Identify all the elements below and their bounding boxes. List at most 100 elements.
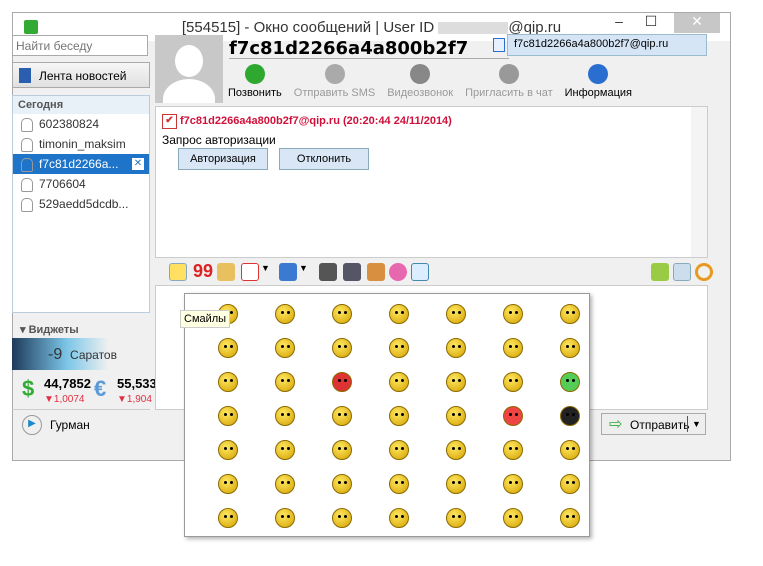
smiley-icon — [274, 304, 295, 324]
smiley-cell[interactable] — [199, 438, 256, 472]
smiley-cell[interactable] — [370, 472, 427, 506]
smiley-cell[interactable] — [256, 336, 313, 370]
smiley-cell[interactable] — [541, 302, 598, 336]
smiley-icon — [331, 372, 352, 392]
smiley-cell[interactable] — [313, 302, 370, 336]
contact-id-field[interactable]: f7c81d2266a4a800b2f7@qip.ru — [507, 34, 707, 56]
smiley-cell[interactable] — [199, 506, 256, 540]
minimize-button[interactable]: ‒ — [604, 13, 634, 33]
calendar-icon[interactable] — [241, 263, 259, 281]
smiley-cell[interactable] — [370, 370, 427, 404]
smiley-cell[interactable] — [313, 438, 370, 472]
scrollbar[interactable] — [691, 107, 707, 257]
smiley-icon — [217, 508, 238, 528]
player-widget[interactable]: Гурман — [12, 410, 150, 440]
star-icon[interactable] — [389, 263, 407, 281]
smiley-cell[interactable] — [370, 438, 427, 472]
contact-details-icon[interactable] — [493, 38, 505, 52]
contact-item[interactable]: 7706604 — [13, 174, 149, 194]
tv-icon[interactable] — [343, 263, 361, 281]
smiley-icon — [274, 508, 295, 528]
action-3[interactable]: Пригласить в чат — [465, 64, 553, 99]
smiley-cell[interactable] — [484, 302, 541, 336]
smiley-cell[interactable] — [427, 404, 484, 438]
smiley-cell[interactable] — [427, 506, 484, 540]
smiley-cell[interactable] — [256, 404, 313, 438]
smiley-cell[interactable] — [541, 404, 598, 438]
news-feed-button[interactable]: Лента новостей — [12, 62, 150, 88]
action-0[interactable]: Позвонить — [228, 64, 282, 99]
maximize-button[interactable]: ☐ — [636, 13, 666, 33]
smiley-cell[interactable] — [427, 336, 484, 370]
widgets-header[interactable]: ▾ Виджеты — [12, 320, 150, 338]
smiley-cell[interactable] — [199, 404, 256, 438]
message-text: Запрос авторизации — [162, 133, 276, 147]
smiley-cell[interactable] — [370, 336, 427, 370]
contact-item[interactable]: timonin_maksim — [13, 134, 149, 154]
smiley-cell[interactable] — [427, 302, 484, 336]
action-label: Отправить SMS — [293, 87, 376, 99]
smiley-cell[interactable] — [313, 370, 370, 404]
today-list: Сегодня 602380824 timonin_maksim f7c81d2… — [12, 95, 150, 313]
smiley-cell[interactable] — [370, 404, 427, 438]
phone-icon[interactable] — [673, 263, 691, 281]
smiley-cell[interactable] — [256, 472, 313, 506]
smiley-cell[interactable] — [484, 506, 541, 540]
settings-icon[interactable] — [695, 263, 713, 281]
smiley-cell[interactable] — [370, 506, 427, 540]
send-options-dropdown[interactable]: ▼ — [687, 416, 705, 432]
send-button[interactable]: Отправить▼ — [601, 413, 706, 435]
smiley-cell[interactable] — [484, 404, 541, 438]
smiley-cell[interactable] — [541, 506, 598, 540]
smiley-cell[interactable] — [484, 370, 541, 404]
message-history: f7c81d2266a4a800b2f7@qip.ru (20:20:44 24… — [155, 106, 708, 258]
camera-icon[interactable] — [319, 263, 337, 281]
smiley-cell[interactable] — [427, 370, 484, 404]
contact-item[interactable]: 602380824 — [13, 114, 149, 134]
smiley-cell[interactable] — [313, 336, 370, 370]
smiley-cell[interactable] — [370, 302, 427, 336]
action-1[interactable]: Отправить SMS — [294, 64, 375, 99]
smiley-cell[interactable] — [256, 302, 313, 336]
close-chat-icon[interactable]: ✕ — [132, 158, 144, 170]
smiley-cell[interactable] — [541, 438, 598, 472]
smiley-cell[interactable] — [427, 438, 484, 472]
smiley-picker — [184, 293, 590, 537]
weather-widget[interactable]: -9 Саратов — [12, 338, 150, 370]
quote-icon[interactable]: 99 — [193, 262, 213, 281]
smiley-cell[interactable] — [484, 438, 541, 472]
smiley-cell[interactable] — [427, 472, 484, 506]
smiley-cell[interactable] — [199, 336, 256, 370]
smiley-cell[interactable] — [541, 472, 598, 506]
smiley-cell[interactable] — [313, 404, 370, 438]
chevron-down-icon[interactable]: ▼ — [299, 263, 317, 281]
smiley-cell[interactable] — [484, 472, 541, 506]
close-button[interactable]: ✕ — [674, 13, 720, 33]
spellcheck-icon[interactable] — [651, 263, 669, 281]
smiley-cell[interactable] — [256, 370, 313, 404]
action-2[interactable]: Видеозвонок — [387, 64, 453, 99]
decline-button[interactable]: Отклонить — [279, 148, 369, 170]
smiley-icon[interactable] — [169, 263, 187, 281]
smiley-cell[interactable] — [541, 370, 598, 404]
smiley-icon — [559, 508, 580, 528]
smiley-icon — [274, 372, 295, 392]
save-icon[interactable] — [279, 263, 297, 281]
smiley-cell[interactable] — [313, 472, 370, 506]
smiley-cell[interactable] — [313, 506, 370, 540]
smiley-cell[interactable] — [199, 472, 256, 506]
smiley-cell[interactable] — [256, 506, 313, 540]
contact-item-selected[interactable]: f7c81d2266a... ✕ — [13, 154, 149, 174]
smiley-cell[interactable] — [199, 370, 256, 404]
smiley-cell[interactable] — [484, 336, 541, 370]
email-icon[interactable] — [411, 263, 429, 281]
smiley-cell[interactable] — [256, 438, 313, 472]
file-transfer-icon[interactable] — [217, 263, 235, 281]
smiley-cell[interactable] — [541, 336, 598, 370]
authorize-button[interactable]: Авторизация — [178, 148, 268, 170]
chevron-down-icon[interactable]: ▼ — [261, 263, 279, 281]
contact-item[interactable]: 529aedd5dcdb... — [13, 194, 149, 214]
contacts-icon[interactable] — [367, 263, 385, 281]
action-4[interactable]: Информация — [565, 64, 632, 99]
search-conversation-input[interactable] — [12, 35, 148, 56]
